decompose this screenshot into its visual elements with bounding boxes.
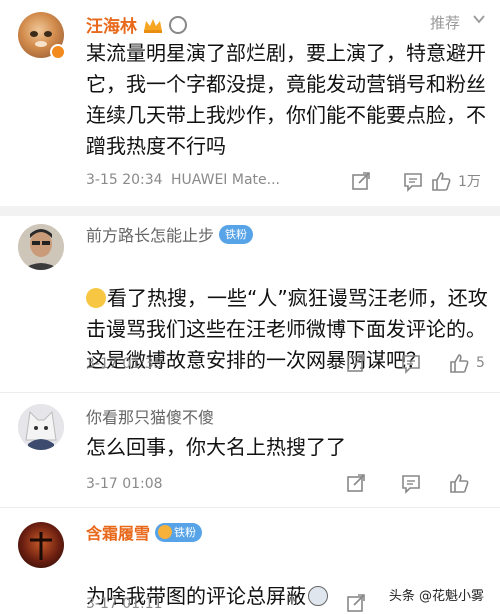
post-device: HUAWEI Mate...	[171, 172, 280, 188]
like-count: 5	[476, 355, 485, 371]
verified-badge-icon	[50, 44, 66, 60]
crying-emoji-icon	[308, 586, 328, 606]
row-divider	[0, 392, 500, 393]
comment-icon	[402, 355, 420, 374]
share-button[interactable]	[345, 592, 367, 614]
share-icon	[347, 474, 365, 492]
fan-badge: 铁粉	[219, 224, 254, 244]
thumbs-up-icon	[450, 354, 469, 373]
like-button[interactable]: 1万	[430, 170, 481, 192]
author-name-text[interactable]: 你看那只猫傻不傻	[86, 404, 214, 428]
recommend-label: 推荐	[429, 14, 460, 32]
fan-hat-icon	[158, 525, 173, 539]
share-icon	[352, 172, 370, 190]
chevron-down-icon[interactable]	[472, 12, 486, 26]
badge-label: 铁粉	[174, 526, 197, 539]
post-text: 某流量明星演了部烂剧，要上演了，特意避开它，我一个字都没提，竟能发动营销号和粉丝…	[86, 41, 486, 158]
avatar[interactable]	[18, 224, 64, 270]
post-time: 3-17 01:35	[86, 356, 163, 372]
author-name[interactable]: 汪海林	[86, 12, 187, 37]
share-button[interactable]	[350, 170, 372, 192]
post-meta: 3-15 20:34 HUAWEI Mate...	[86, 172, 280, 188]
comment-button[interactable]	[400, 352, 422, 374]
comment-icon	[404, 173, 422, 192]
like-button[interactable]: 5	[448, 352, 485, 374]
author-name-text[interactable]: 含霜履雪	[86, 520, 150, 544]
section-divider	[0, 206, 500, 216]
avatar[interactable]	[18, 404, 64, 450]
share-button[interactable]	[345, 352, 367, 374]
avatar[interactable]	[18, 522, 64, 568]
figure-avatar-icon	[30, 532, 52, 560]
post-time: 3-15 20:34	[86, 172, 163, 188]
watermark: 头条 @花魁小雾	[384, 583, 488, 606]
post-time: 3-17 01:11	[86, 596, 163, 612]
post-1: 汪海林 推荐 某流量明星演了部烂剧，要上演了，特意避开它，我一个字都没提，竟能发…	[0, 0, 500, 200]
post-2: 前方路长怎能止步 铁粉 看了热搜，一些“人”疯狂谩骂汪老师，还攻击谩骂我们这些在…	[0, 216, 500, 386]
row-divider	[0, 507, 500, 508]
share-icon	[347, 354, 365, 372]
cat-avatar-icon	[18, 404, 64, 450]
post-3: 你看那只猫傻不傻 怎么回事，你大名上热搜了了 3-17 01:08	[0, 400, 500, 510]
like-button[interactable]	[448, 472, 470, 494]
thumbs-up-icon	[432, 172, 451, 191]
laughing-emoji-icon	[86, 288, 106, 308]
author-name[interactable]: 你看那只猫傻不傻	[86, 404, 214, 428]
vip-crown-icon	[142, 16, 164, 34]
fan-level-icon	[169, 15, 187, 34]
author-name-text[interactable]: 汪海林	[86, 12, 137, 37]
comment-button[interactable]	[400, 472, 422, 494]
person-avatar-icon	[18, 224, 64, 270]
badge-label: 铁粉	[225, 228, 248, 241]
thumbs-up-icon	[450, 474, 469, 493]
comment-button[interactable]	[402, 170, 424, 192]
fan-badge: 铁粉	[155, 522, 203, 542]
like-count: 1万	[458, 174, 481, 190]
share-button[interactable]	[345, 472, 367, 494]
comment-icon	[402, 475, 420, 494]
share-icon	[347, 594, 365, 612]
author-name[interactable]: 前方路长怎能止步 铁粉	[86, 222, 254, 246]
author-name-text[interactable]: 前方路长怎能止步	[86, 222, 214, 246]
post-time: 3-17 01:08	[86, 476, 163, 492]
post-text: 怎么回事，你大名上热搜了了	[86, 435, 346, 459]
author-name[interactable]: 含霜履雪 铁粉	[86, 520, 203, 544]
